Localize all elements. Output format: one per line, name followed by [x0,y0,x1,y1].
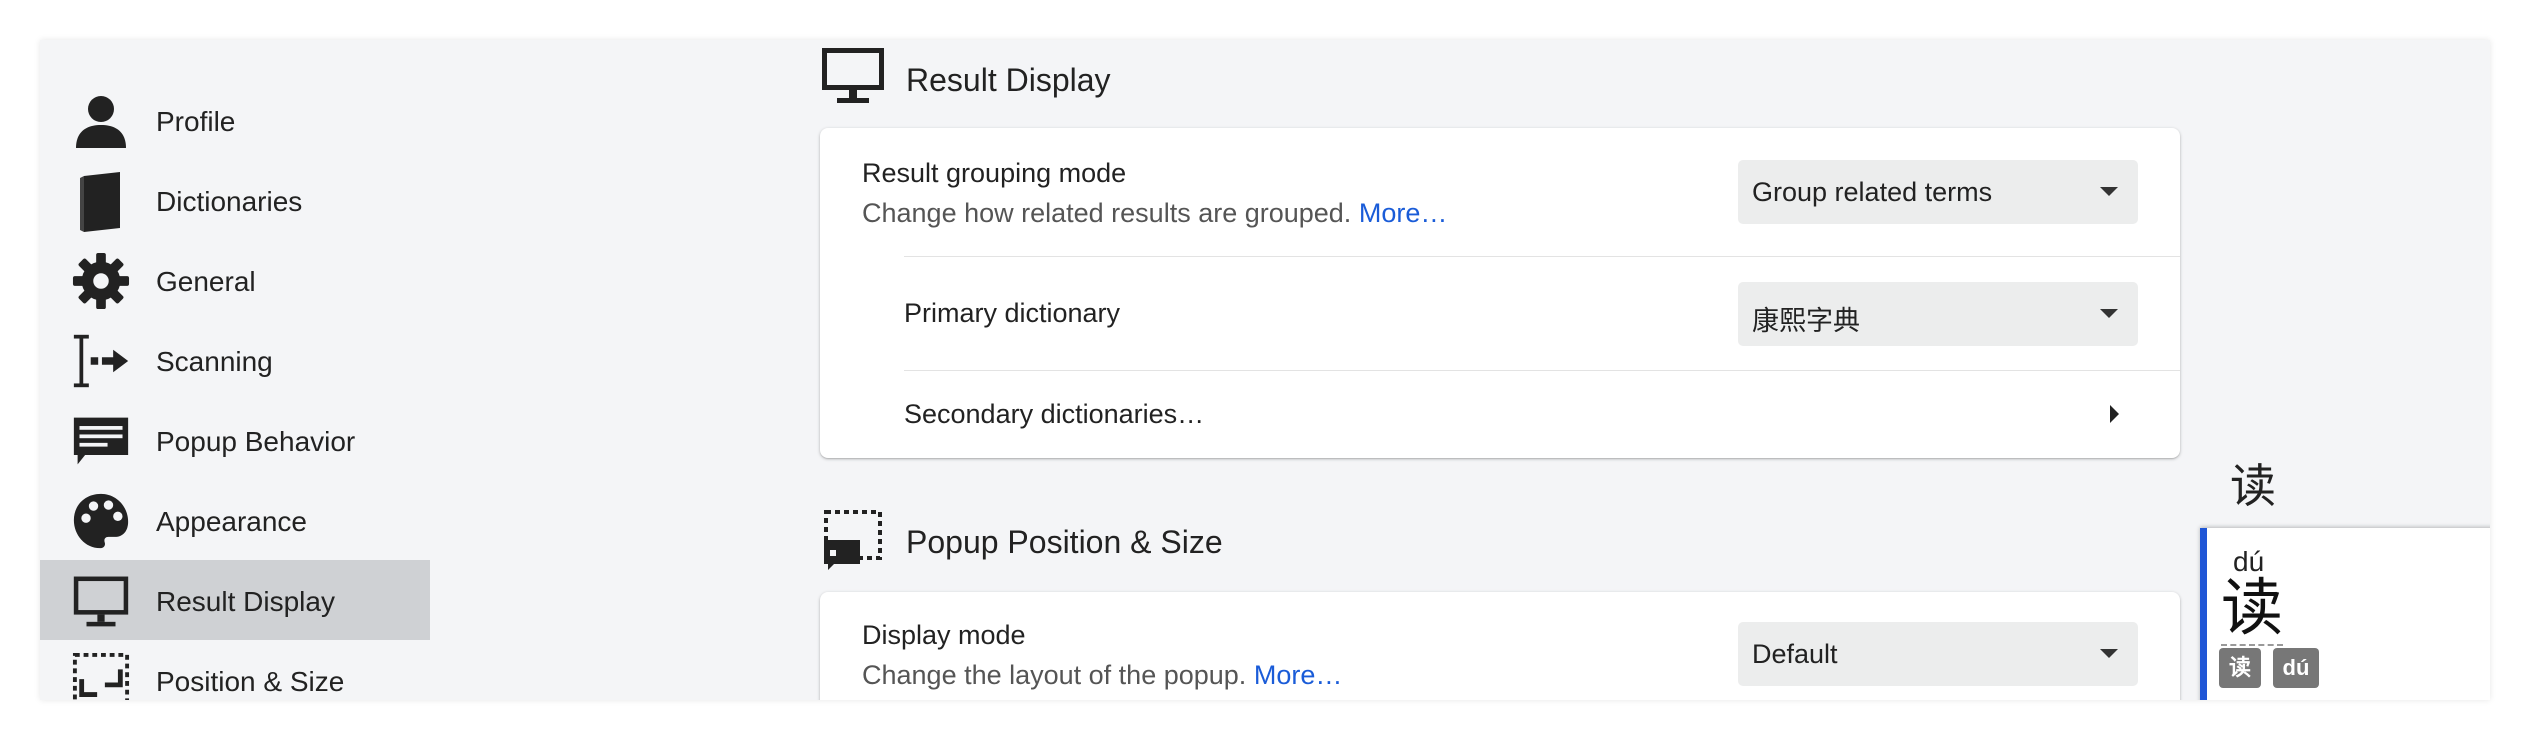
secondary-dictionaries-title: Secondary dictionaries… [904,399,1205,429]
settings-window: Profile Dictionaries General Scanning Po… [40,40,2490,700]
more-link[interactable]: More… [1254,660,1343,690]
chevron-down-icon [2100,649,2118,658]
chevron-down-icon [2100,309,2118,318]
sidebar-item-label: Popup Behavior [156,426,356,457]
description-text: Change how related results are grouped. [862,198,1352,228]
sidebar-item-appearance[interactable]: Appearance [40,480,430,560]
sidebar-item-dictionaries[interactable]: Dictionaries [40,160,430,240]
display-mode-select[interactable]: Default [1738,622,2138,686]
monitor-icon [72,572,130,630]
sidebar-item-label: Dictionaries [156,186,303,217]
sidebar-item-general[interactable]: General [40,240,430,320]
sidebar-item-popup-behavior[interactable]: Popup Behavior [40,400,430,480]
tag-character[interactable]: 读 [2219,648,2261,688]
text-cursor-arrow-icon [72,332,130,390]
book-icon [72,172,130,232]
result-display-card: Result grouping mode Change how related … [820,128,2180,458]
sidebar-item-label: General [156,266,256,297]
chevron-down-icon [2100,187,2118,196]
sidebar-item-label: Scanning [156,346,273,377]
section-title: Result Display [906,62,1111,98]
sidebar-item-profile[interactable]: Profile [40,80,430,160]
sidebar-item-position-size[interactable]: Position & Size [40,640,430,700]
select-value: Group related terms [1752,177,1993,207]
result-grouping-select[interactable]: Group related terms [1738,160,2138,224]
display-mode-description: Change the layout of the popup. More… [862,660,1342,691]
primary-dictionary-select[interactable]: 康熙字典 [1738,282,2138,346]
sidebar-item-label: Profile [156,106,236,137]
preview-character: 读 [2230,460,2276,512]
description-text: Change the layout of the popup. [862,660,1247,690]
preview-headword: 读 [2221,574,2284,646]
sidebar-item-label: Appearance [156,506,308,537]
result-grouping-description: Change how related results are grouped. … [862,198,1447,229]
gear-icon [72,252,130,310]
tag-reading[interactable]: dú [2273,648,2319,688]
display-mode-title: Display mode [862,620,1026,650]
result-grouping-title: Result grouping mode [862,158,1127,188]
popup-preview: dú 读 读 dú [2200,528,2490,700]
sidebar-item-scanning[interactable]: Scanning [40,320,430,400]
popup-message-icon [72,412,130,470]
person-icon [72,92,130,150]
section-title: Popup Position & Size [906,524,1223,560]
secondary-dictionaries-row[interactable]: Secondary dictionaries… [820,371,2180,457]
select-value: Default [1752,639,1838,669]
primary-dictionary-title: Primary dictionary [904,298,1121,328]
sidebar-item-label: Result Display [156,586,335,617]
sidebar-item-label: Position & Size [156,666,345,697]
monitor-icon [820,44,886,110]
divider [904,256,2180,257]
chevron-right-icon [2110,405,2119,423]
sidebar-item-result-display[interactable]: Result Display [40,560,430,640]
select-value: 康熙字典 [1752,306,1860,336]
resize-frame-icon [820,506,886,572]
popup-position-card: Display mode Change the layout of the po… [820,592,2180,700]
resize-frame-icon [72,652,130,700]
more-link[interactable]: More… [1359,198,1448,228]
palette-icon [72,492,130,550]
